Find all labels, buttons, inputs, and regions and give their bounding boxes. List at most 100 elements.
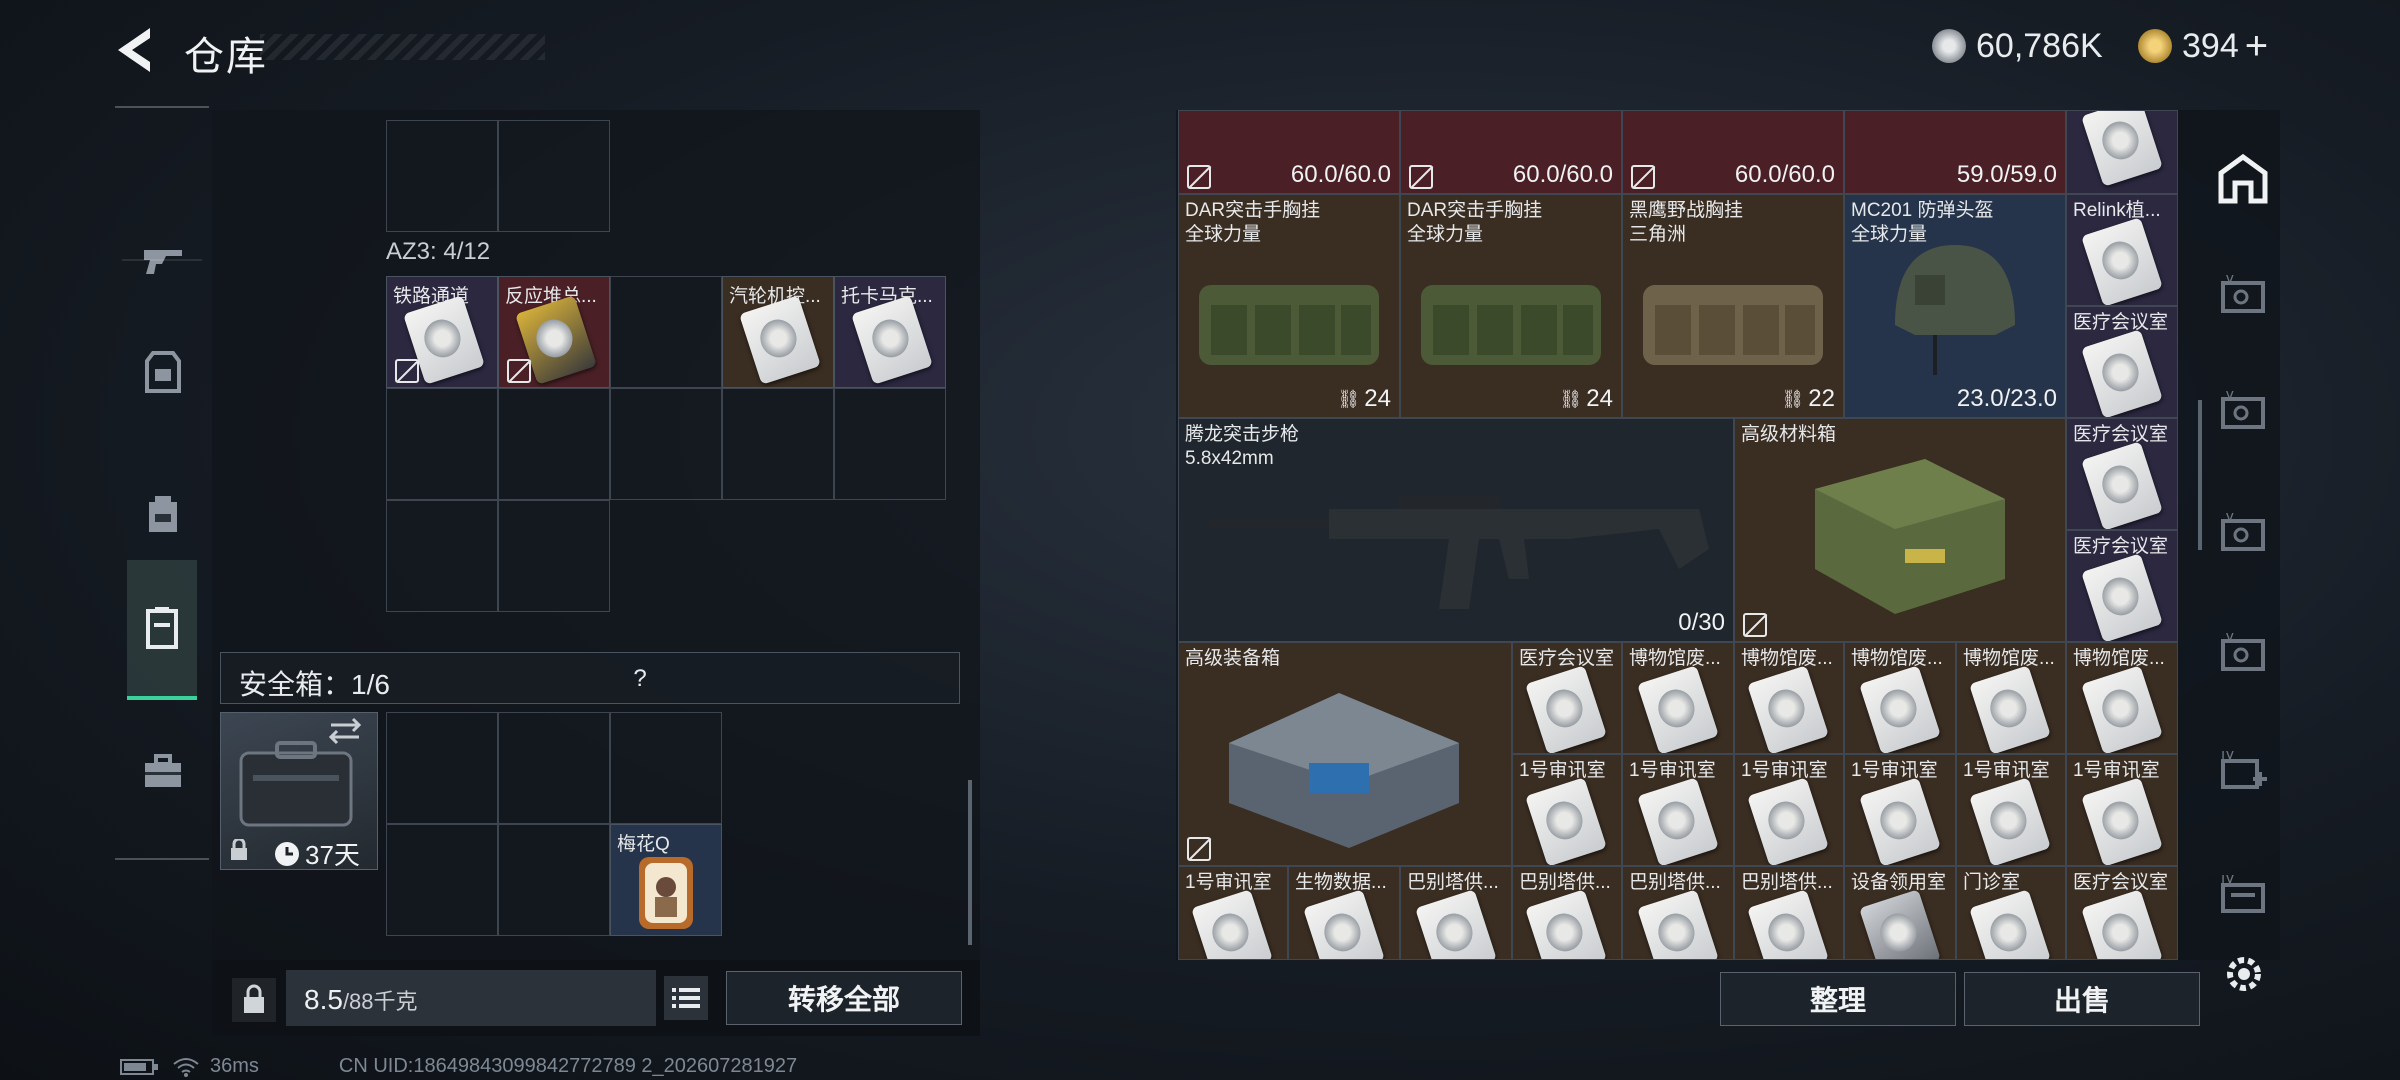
grid-cell[interactable] (498, 500, 610, 612)
safe-grid-cell[interactable] (386, 824, 498, 936)
stash-item-keycard[interactable]: 巴别塔供... (1512, 866, 1622, 960)
stash-item-keycard[interactable]: 1号审讯室 (1512, 754, 1622, 866)
stash-item-keycard[interactable]: 1号审讯室 (2066, 754, 2178, 866)
grid-cell[interactable] (722, 388, 834, 500)
back-button[interactable] (110, 22, 160, 78)
stash-tab-1[interactable]: V (2214, 268, 2272, 326)
safe-case-slot[interactable]: 37天 (220, 712, 378, 870)
stash-item-helmet[interactable]: 60.0/60.0 (1400, 110, 1622, 194)
stash-item-keycard[interactable]: 医疗会议室 (1512, 642, 1622, 754)
list-view-button[interactable] (664, 976, 708, 1020)
stash-item-helmet[interactable]: 59.0/59.0 (1844, 110, 2066, 194)
stash-item-keycard[interactable]: 博物馆废... (1734, 642, 1844, 754)
stash-item-rifle[interactable]: 腾龙突击步枪 5.8x42mm 0/30 (1178, 418, 1734, 642)
rig-name: 黑鹰野战胸挂 (1629, 200, 1744, 221)
stash-item-implant[interactable]: Relink植... (2066, 194, 2178, 306)
stash-tab-nav: V V V V IV IV (2200, 110, 2284, 960)
stash-tab-4[interactable]: V (2214, 626, 2272, 684)
safe-grid-cell[interactable] (498, 712, 610, 824)
weight-lock-button[interactable] (232, 978, 276, 1022)
stash-item-keycard[interactable]: 巴别塔供... (1400, 866, 1512, 960)
stash-item-keycard[interactable]: 生物数据... (1288, 866, 1400, 960)
safe-grid-cell[interactable] (610, 712, 722, 824)
transfer-all-button[interactable]: 转移全部 (726, 971, 962, 1025)
grid-cell[interactable] (386, 120, 498, 232)
grid-cell[interactable] (386, 388, 498, 500)
uid-text: CN UID:18649843099842772789 2_2026072819… (338, 1055, 798, 1077)
stash-item-keycard[interactable]: 医疗会议室 (2066, 306, 2178, 418)
nav-armor[interactable] (127, 336, 199, 408)
grid-cell[interactable] (610, 276, 722, 388)
safe-grid-cell[interactable] (498, 824, 610, 936)
stash-item-chest-rig[interactable]: 黑鹰野战胸挂 三角洲 ⛓ 22 (1622, 194, 1844, 418)
scrollbar[interactable] (968, 780, 972, 945)
rig-brand: 全球力量 (1407, 224, 1484, 245)
stash-tab-3[interactable]: V (2214, 506, 2272, 564)
stash-item-keycard[interactable]: 巴别塔供... (1622, 866, 1734, 960)
stash-item-keycard[interactable]: 医疗会议室 (2066, 418, 2178, 530)
help-button[interactable]: ? (625, 665, 655, 695)
stash-tab-2[interactable]: V (2214, 384, 2272, 442)
container-item-keycard[interactable]: 托卡马克... (834, 276, 946, 388)
stash-item-keycard[interactable]: 1号审讯室 (1178, 866, 1288, 960)
rifle-image (1209, 495, 1709, 609)
stash-tab-iv-icon: IV (2221, 875, 2265, 913)
stash-item-keycard[interactable]: 巴别塔供... (1734, 866, 1844, 960)
keycard-icon (1969, 777, 2051, 865)
stash-item-chest-rig[interactable]: DAR突击手胸挂 全球力量 ⛓ 24 (1178, 194, 1400, 418)
nav-backpack[interactable] (127, 478, 199, 550)
organize-button[interactable]: 整理 (1720, 972, 1956, 1026)
stash-item-helmet[interactable]: 60.0/60.0 (1622, 110, 1844, 194)
safe-item-playing-card[interactable]: 梅花Q (610, 824, 722, 936)
stash-tab-add[interactable]: IV (2214, 744, 2272, 802)
stash-item-keycard[interactable]: 博物馆废... (1844, 642, 1956, 754)
item-name: 博物馆废... (1629, 648, 1721, 669)
grid-cell[interactable] (498, 388, 610, 500)
remaining-days: 37天 (305, 840, 360, 870)
capacity-icon: ⛓ (1337, 388, 1361, 409)
stash-item-material-box[interactable]: 高级材料箱 (1734, 418, 2066, 642)
stash-item-keycard[interactable] (2066, 110, 2178, 194)
settings-button[interactable] (2220, 950, 2268, 998)
currency-secondary[interactable]: 394 + (2138, 24, 2268, 68)
stash-item-keycard[interactable]: 门诊室 (1956, 866, 2066, 960)
stash-item-chest-rig[interactable]: DAR突击手胸挂 全球力量 ⛓ 24 (1400, 194, 1622, 418)
stash-tab-home[interactable] (2214, 150, 2272, 208)
grid-cell[interactable] (610, 388, 722, 500)
stash-tab-5[interactable]: IV (2214, 868, 2272, 926)
item-name: 1号审讯室 (1741, 760, 1828, 781)
rifle-name: 腾龙突击步枪 (1185, 424, 1300, 445)
safe-grid-cell[interactable] (386, 712, 498, 824)
weight-max: /88千克 (342, 989, 418, 1014)
lock-icon (229, 837, 249, 861)
currency-secondary-value: 394 (2182, 26, 2239, 65)
stash-item-keycard[interactable]: 博物馆废... (1622, 642, 1734, 754)
container-item-keycard[interactable]: 铁路通道 (386, 276, 498, 388)
stash-item-keycard[interactable]: 医疗会议室 (2066, 530, 2178, 642)
stash-item-equipment-box[interactable]: 高级装备箱 (1178, 642, 1512, 866)
item-name: 梅花Q (617, 834, 670, 855)
stash-item-keycard[interactable]: 设备领用室 (1844, 866, 1956, 960)
stash-item-keycard[interactable]: 1号审讯室 (1734, 754, 1844, 866)
stash-item-keycard[interactable]: 1号审讯室 (1622, 754, 1734, 866)
container-item-keycard[interactable]: 反应堆总... (498, 276, 610, 388)
grid-cell[interactable] (386, 500, 498, 612)
nav-safe-case[interactable] (127, 560, 197, 700)
container-item-keycard[interactable]: 汽轮机控... (722, 276, 834, 388)
sell-button[interactable]: 出售 (1964, 972, 2200, 1026)
stash-add-iv-icon: IV (2221, 751, 2267, 789)
item-name: 1号审讯室 (1185, 872, 1272, 893)
nav-divider (115, 858, 209, 860)
stash-item-keycard[interactable]: 医疗会议室 (2066, 866, 2178, 960)
grid-cell[interactable] (834, 388, 946, 500)
stash-item-keycard[interactable]: 博物馆废... (2066, 642, 2178, 754)
stash-item-keycard[interactable]: 博物馆废... (1956, 642, 2066, 754)
stash-item-helmet[interactable]: 60.0/60.0 (1178, 110, 1400, 194)
grid-cell[interactable] (498, 120, 610, 232)
keycard-icon (1303, 889, 1385, 959)
nav-toolbox[interactable] (127, 736, 199, 808)
stash-item-keycard[interactable]: 1号审讯室 (1956, 754, 2066, 866)
stash-item-keycard[interactable]: 1号审讯室 (1844, 754, 1956, 866)
stash-item-helmet[interactable]: MC201 防弹头盔 全球力量 23.0/23.0 (1844, 194, 2066, 418)
add-currency-button[interactable]: + (2245, 24, 2268, 69)
